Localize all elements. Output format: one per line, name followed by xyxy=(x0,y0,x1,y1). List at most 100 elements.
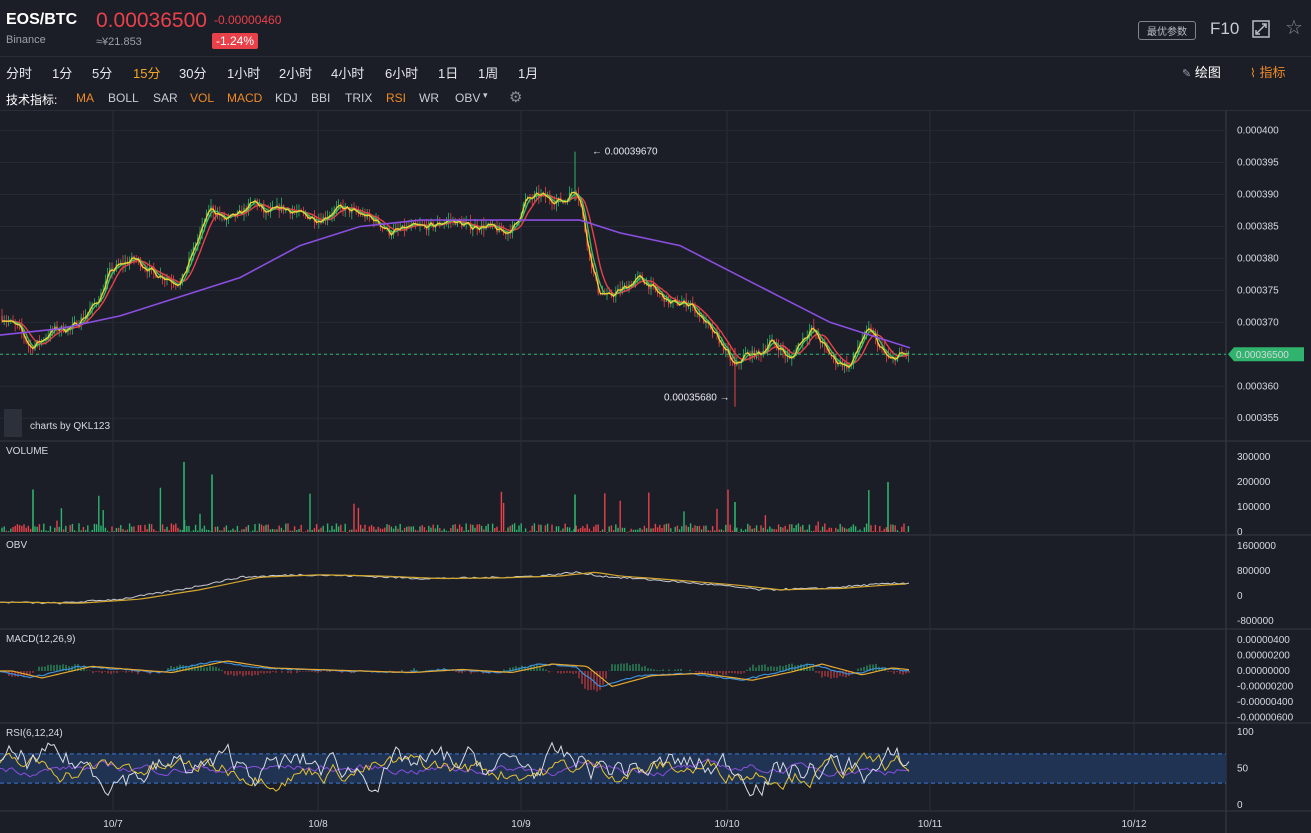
indicator-macd[interactable]: MACD xyxy=(227,91,262,105)
timeframe-tab-4[interactable]: 30分 xyxy=(179,63,206,82)
volume-bar xyxy=(98,495,100,532)
volume-bar xyxy=(197,530,199,532)
volume-bar xyxy=(166,526,168,532)
volume-bar xyxy=(445,530,448,532)
fullscreen-icon[interactable] xyxy=(1252,20,1270,38)
indicator-boll[interactable]: BOLL xyxy=(108,91,139,105)
volume-bar xyxy=(274,529,276,532)
volume-bar xyxy=(738,531,740,533)
volume-bar xyxy=(489,531,492,532)
volume-spike xyxy=(734,502,736,532)
timeframe-tab-2[interactable]: 5分 xyxy=(92,63,112,82)
indicator-trix[interactable]: TRIX xyxy=(345,91,372,105)
timeframe-tab-0[interactable]: 分时 xyxy=(6,63,32,82)
macd-tick-label: -0.00000400 xyxy=(1237,697,1294,708)
volume-bar xyxy=(150,524,153,532)
volume-bar xyxy=(168,530,170,532)
volume-bar xyxy=(483,529,485,532)
volume-bar xyxy=(91,529,93,532)
volume-bar xyxy=(879,526,881,532)
volume-bar xyxy=(786,529,789,532)
volume-bar xyxy=(267,524,269,532)
indicator-bbi[interactable]: BBI xyxy=(311,91,330,105)
timeframe-tab-7[interactable]: 4小时 xyxy=(331,63,364,82)
change-percent-badge: -1.24% xyxy=(212,33,259,49)
indicator-wr[interactable]: WR xyxy=(419,91,439,105)
volume-bar xyxy=(681,526,683,532)
volume-bar xyxy=(280,527,283,532)
volume-bar xyxy=(245,526,247,532)
volume-bar xyxy=(865,523,868,532)
volume-bar xyxy=(542,531,544,533)
favorite-star-icon[interactable]: ☆ xyxy=(1285,18,1303,38)
indicators-button[interactable]: ⌇ 指标 xyxy=(1250,62,1286,81)
volume-bar xyxy=(172,524,175,532)
volume-bar xyxy=(863,527,866,532)
settings-gear-icon[interactable]: ⚙ xyxy=(509,88,522,106)
volume-bar xyxy=(320,527,322,532)
f10-button[interactable]: F10 xyxy=(1210,19,1239,39)
volume-bar xyxy=(454,524,456,532)
volume-bar xyxy=(392,528,395,532)
volume-bar xyxy=(546,523,549,532)
volume-bar xyxy=(45,530,47,532)
timeframe-tab-10[interactable]: 1周 xyxy=(478,63,498,82)
volume-bar xyxy=(531,525,533,532)
volume-bar xyxy=(450,528,452,532)
volume-bar xyxy=(139,525,142,532)
indicator-rsi[interactable]: RSI xyxy=(386,91,406,105)
timeframe-tab-11[interactable]: 1月 xyxy=(518,63,538,82)
timeframe-tab-5[interactable]: 1小时 xyxy=(227,63,260,82)
volume-bar xyxy=(403,527,406,532)
volume-bar xyxy=(309,493,311,532)
volume-bar xyxy=(60,508,63,532)
volume-bar xyxy=(430,527,432,532)
volume-bar xyxy=(157,531,159,532)
volume-bar xyxy=(533,523,536,532)
macd-tick-label: -0.00000200 xyxy=(1237,682,1294,693)
obv-tick-label: 800000 xyxy=(1237,566,1271,577)
volume-bar xyxy=(736,527,738,532)
volume-bar xyxy=(511,524,514,532)
indicator-ma[interactable]: MA xyxy=(76,91,94,105)
volume-bar xyxy=(93,523,96,532)
volume-bar xyxy=(142,531,144,532)
volume-bar xyxy=(645,528,648,532)
timeframe-tab-3[interactable]: 15分 xyxy=(133,63,160,82)
volume-bar xyxy=(692,527,694,532)
volume-bar xyxy=(599,531,602,532)
indicator-sar[interactable]: SAR xyxy=(153,91,178,105)
draw-button[interactable]: ✎ 绘图 xyxy=(1182,62,1221,81)
volume-bar xyxy=(120,525,122,532)
indicator-kdj[interactable]: KDJ xyxy=(275,91,298,105)
volume-bar xyxy=(753,528,756,532)
volume-bar xyxy=(67,531,69,533)
timeframe-tab-9[interactable]: 1日 xyxy=(438,63,458,82)
volume-bar xyxy=(727,489,729,532)
volume-bar xyxy=(377,526,379,532)
volume-bar xyxy=(331,525,333,532)
chart-area[interactable]: 0.000400 0.000395 0.000390 0.000385 0.000380… xyxy=(0,111,1311,833)
volume-bar xyxy=(265,524,267,532)
volume-bar xyxy=(667,523,670,532)
volume-bar xyxy=(560,530,562,532)
volume-bar xyxy=(16,524,19,532)
indicator-vol[interactable]: VOL xyxy=(190,91,214,105)
volume-bar xyxy=(643,525,646,532)
timeframe-tab-1[interactable]: 1分 xyxy=(52,63,72,82)
timeframe-tab-6[interactable]: 2小时 xyxy=(279,63,312,82)
volume-bar xyxy=(381,528,384,532)
volume-bar xyxy=(597,524,599,532)
volume-bar xyxy=(520,523,522,532)
obv-dropdown-caret-icon[interactable]: ▾ xyxy=(483,90,488,101)
timeframe-tab-8[interactable]: 6小时 xyxy=(385,63,418,82)
indicator-obv[interactable]: OBV xyxy=(455,91,480,105)
volume-bar xyxy=(337,526,340,532)
volume-spike xyxy=(887,482,889,532)
volume-bar xyxy=(368,526,371,532)
volume-bar xyxy=(458,524,461,532)
volume-title: VOLUME xyxy=(6,446,49,457)
volume-spike xyxy=(32,489,34,532)
optimal-params-button[interactable]: 最优参数 xyxy=(1138,21,1196,40)
volume-bar xyxy=(351,529,353,532)
